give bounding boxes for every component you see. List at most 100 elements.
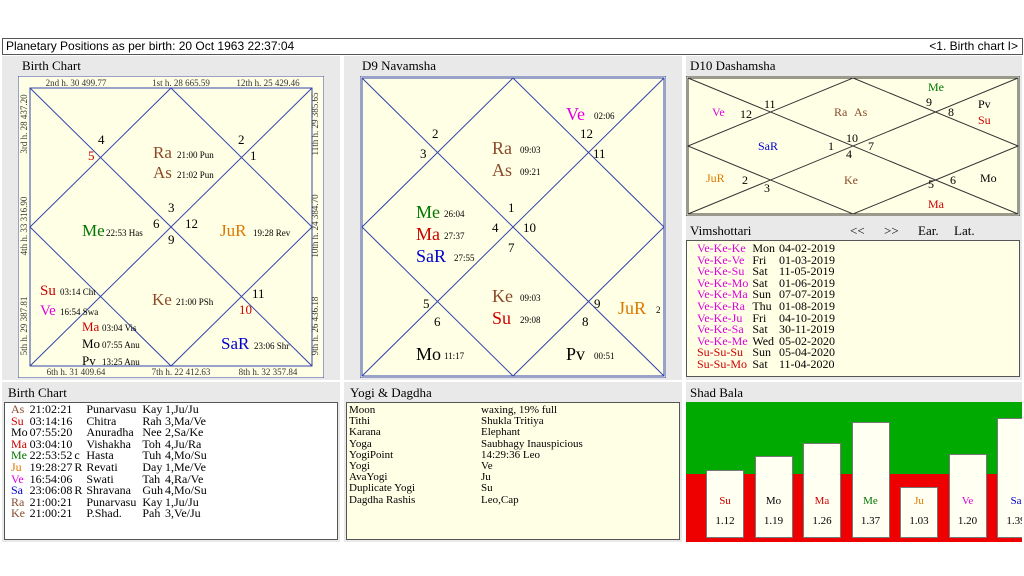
house-number: 9 [926, 95, 932, 109]
planet-label: SaR [416, 246, 446, 266]
panel-title: D10 Dashamsha [690, 58, 776, 73]
planet-row[interactable]: Ke 21:00:21 P.Shad. Pah 3,Ve/Ju [11, 508, 209, 520]
nakshatra: P.Shad. [86, 506, 122, 521]
house-strength-label: 4th h. 33 316.90 [19, 196, 29, 255]
dasha-day: Sat [752, 356, 768, 371]
house-number: 5 [928, 177, 934, 191]
yogi-key: Karana [349, 426, 381, 439]
window-title-bar: Planetary Positions as per birth: 20 Oct… [2, 38, 1023, 55]
planet-label: As [153, 163, 172, 182]
house-strength-label: 9th h. 26 436.18 [310, 296, 320, 355]
house-number: 2 [432, 126, 439, 141]
planet-degree: 26:04 [444, 209, 465, 219]
shad-bala-planet: Mo [765, 495, 782, 507]
yogi-row: Karana Elephant [349, 427, 583, 438]
panel-title: D9 Navamsha [362, 58, 437, 73]
planet-label: As [854, 105, 868, 119]
panel-title: Birth Chart [22, 58, 81, 73]
planet-label: Ma [416, 224, 440, 244]
house-strength-label: 1st h. 28 665.59 [152, 78, 210, 88]
dasha-row[interactable]: Su-Su-Mo Sat 11-04-2020 [697, 356, 839, 371]
birth-table: As 21:02:21 Punarvasu Kay 1,Ju/Ju Su 03:14:16 C… [11, 403, 209, 520]
planet-degree: 11:17 [444, 351, 465, 361]
house-number: 3 [168, 200, 175, 215]
shad-bala-bar: Ju 1.03 [900, 487, 938, 538]
planet-label: JuR [706, 171, 725, 185]
yogi-list: Moon waxing, 19% full Tithi Shukla Tritiya K… [349, 404, 583, 506]
yogi-row: Tithi Shukla Tritiya [349, 415, 583, 427]
planet-degree: 23:06 Shr [254, 341, 289, 351]
house-number: 7 [508, 240, 515, 255]
retro-flag [74, 404, 86, 416]
planet-label: Su [978, 113, 991, 127]
shad-bala-bar: Ve 1.20 [948, 454, 987, 538]
planet-degree: 21:00 Pun [177, 150, 214, 160]
house-number: 1 [250, 148, 257, 163]
shad-bala-value: 1.19 [763, 515, 784, 527]
planet-degree: 09:03 [520, 145, 541, 155]
house-number: 9 [594, 296, 601, 311]
planet-label: JuR [220, 221, 247, 240]
yogi-value: Leo,Cap [481, 493, 519, 506]
birth-chart-diagram[interactable]: 2nd h. 30 499.77 1st h. 28 665.59 12th h. … [18, 76, 324, 378]
house-strength-label: 7th h. 22 412.63 [152, 367, 211, 377]
house-number: 5 [423, 296, 430, 311]
dashamsha-chart-diagram[interactable]: 11 12 9 8 10 1 7 4 2 3 5 6 Me Ve Ra As Pv Su SaR JuR Ke Mo Ma [686, 76, 1020, 216]
yogi-box: Moon waxing, 19% full Tithi Shukla Tritiya K… [346, 402, 680, 540]
vimshottari-prev-button[interactable]: << [850, 223, 865, 239]
house-number: 11 [764, 97, 776, 111]
panel-title: Shad Bala [690, 385, 744, 400]
vimshottari-next-button[interactable]: >> [884, 223, 899, 239]
house-number: 1 [828, 139, 834, 153]
planet-degree: 07:55 Anu [102, 340, 140, 350]
vimshottari-table: Ve-Ke-Ke Mon 04-02-2019 Ve-Ke-Ve Fri 01-03-20… [697, 242, 839, 371]
vimshottari-title: Vimshottari [690, 223, 752, 238]
house-number: 10 [523, 220, 536, 235]
planet-degree: 27:37 [444, 231, 465, 241]
house-number: 3 [420, 146, 427, 161]
shad-bala-value: 1.37 [860, 515, 881, 527]
house-number: 12 [740, 107, 752, 121]
house-number: 3 [764, 181, 770, 195]
house-number: 8 [948, 105, 954, 119]
shad-bala-planet: Ju [914, 495, 924, 507]
planet-label: Ve [712, 105, 725, 119]
planet-degree: 09:21 [520, 167, 541, 177]
house-number: 11 [593, 146, 606, 161]
planet-label: Pv [978, 97, 991, 111]
birth-table-panel: Birth Chart As 21:02:21 Punarvasu Kay 1,Ju/J… [2, 382, 340, 542]
shad-bala-planet: Sa [1010, 495, 1022, 507]
yogi-key: Duplicate Yogi [349, 482, 415, 495]
planet-label: Su [492, 308, 511, 328]
chart-nav-button[interactable]: <1. Birth chart I> [929, 39, 1018, 54]
yogi-value: Su [481, 482, 493, 495]
yogi-row: YogiPoint 14:29:36 Leo [349, 449, 583, 461]
planet-degree: 09:03 [520, 293, 541, 303]
shad-bala-chart: Su 1.12 Mo 1.19 Ma 1.26 Me 1.37 Ju 1.03 Ve 1.20 Sa 1.… [686, 402, 1022, 542]
planet-label: Ra [834, 105, 848, 119]
planet-label: Ra [492, 138, 512, 158]
shad-bala-value: 1.39 [1006, 515, 1022, 527]
planet-degree: 16:54 Swa [60, 307, 98, 317]
vimshottari-earlier-button[interactable]: Ear. [918, 223, 939, 239]
window-title: Planetary Positions as per birth: 20 Oct… [6, 39, 295, 53]
shad-bala-value: 1.26 [812, 515, 832, 527]
navamsha-chart-diagram[interactable]: 23121114 1075698Ve 02:06Ra 09:03As 09:21Me 26… [360, 76, 666, 378]
house-strength-label: 12th h. 25 429.46 [236, 78, 300, 88]
house-strength-label: 6th h. 31 409.64 [47, 367, 106, 377]
planet-label: As [492, 160, 512, 180]
dasha-date: 11-04-2020 [779, 356, 835, 371]
vimshottari-later-button[interactable]: Lat. [954, 223, 975, 239]
birth-table-box: As 21:02:21 Punarvasu Kay 1,Ju/Ju Su 03:14:16 C… [4, 402, 338, 540]
yogi-row: Duplicate Yogi Su [349, 483, 583, 494]
planet-label: Ke [492, 286, 513, 306]
planet-label: Ma [928, 197, 945, 211]
shad-bala-value: 1.03 [909, 515, 929, 527]
retro-flag [74, 508, 86, 520]
planet-degree: 03:14 Cht [60, 287, 96, 297]
retro-flag [74, 497, 86, 509]
planet-label: Ke [152, 290, 172, 309]
house-number: 4 [846, 147, 852, 161]
shad-bala-planet: Ve [961, 495, 974, 507]
planet-label: JuR [618, 298, 646, 318]
